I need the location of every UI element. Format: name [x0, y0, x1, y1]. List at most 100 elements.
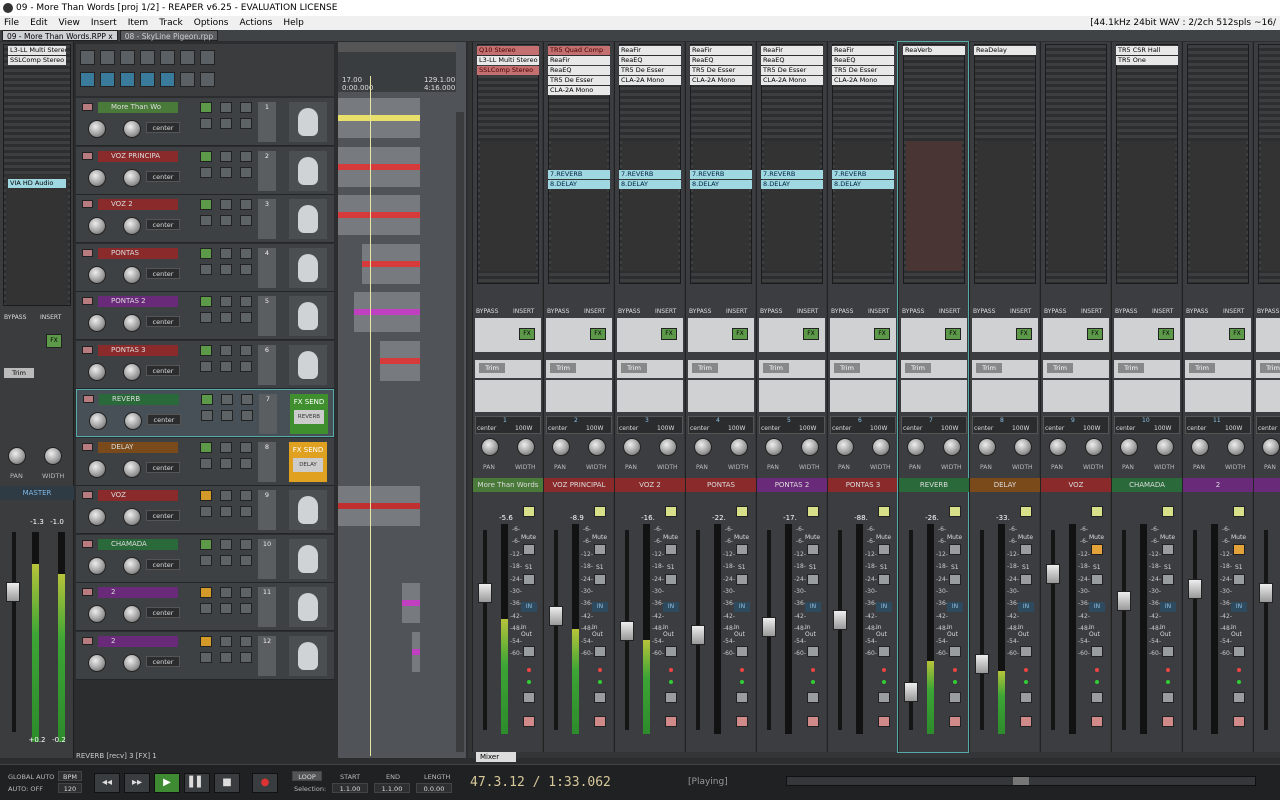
- mute-button[interactable]: [200, 457, 212, 469]
- pan-knob[interactable]: [1120, 438, 1138, 456]
- record-arm-button[interactable]: [736, 716, 748, 727]
- solo-indicator[interactable]: [1020, 506, 1032, 517]
- fx-slot[interactable]: ReaFir: [832, 46, 894, 55]
- pan-value[interactable]: center: [146, 219, 180, 230]
- strip-name[interactable]: VOZ 2: [615, 478, 685, 492]
- io-icon[interactable]: [220, 247, 232, 259]
- fx-button[interactable]: [200, 150, 212, 162]
- track-11[interactable]: 2 center 11: [76, 583, 334, 631]
- solo-button[interactable]: [878, 574, 890, 585]
- phase-button[interactable]: [665, 692, 677, 703]
- pan-knob[interactable]: [123, 120, 141, 138]
- record-arm-button[interactable]: [83, 395, 94, 403]
- insert-label[interactable]: INSERT: [797, 308, 818, 315]
- bypass-label[interactable]: BYPASS: [547, 308, 569, 315]
- pan-knob[interactable]: [836, 438, 854, 456]
- fx-button[interactable]: FX: [945, 328, 961, 340]
- forward-button[interactable]: ▸▸: [124, 773, 150, 793]
- io-icon[interactable]: [220, 490, 232, 501]
- input-monitor-button[interactable]: IN: [1018, 602, 1034, 612]
- io-icon[interactable]: [220, 441, 232, 453]
- fx-button[interactable]: [200, 102, 212, 113]
- mute-button[interactable]: [201, 410, 213, 421]
- mute-button[interactable]: [200, 506, 212, 517]
- volume-knob[interactable]: [88, 217, 106, 235]
- pan-value[interactable]: center: [146, 655, 180, 667]
- mute-button[interactable]: [200, 651, 212, 663]
- phase-button[interactable]: [949, 692, 961, 703]
- tab-close-icon[interactable]: x: [108, 32, 112, 41]
- record-arm-button[interactable]: [82, 491, 93, 499]
- track-4[interactable]: PONTAS center 4: [76, 243, 334, 292]
- volume-fader[interactable]: [1117, 590, 1131, 611]
- send-slot[interactable]: 7.REVERB: [761, 170, 823, 179]
- fx-button[interactable]: [201, 394, 213, 405]
- mute-button[interactable]: [200, 215, 212, 226]
- io-icon[interactable]: [220, 150, 232, 162]
- volume-knob[interactable]: [88, 508, 106, 526]
- solo-button[interactable]: [736, 574, 748, 585]
- solo-indicator[interactable]: [1091, 506, 1103, 517]
- pan-knob[interactable]: [552, 438, 570, 456]
- trim-button[interactable]: Trim: [692, 363, 718, 373]
- route-button[interactable]: [1162, 646, 1174, 657]
- route-button[interactable]: [523, 646, 535, 657]
- route-button[interactable]: [878, 646, 890, 657]
- menu-help[interactable]: Help: [283, 16, 304, 30]
- route-button[interactable]: [1233, 646, 1245, 657]
- input-monitor-button[interactable]: IN: [805, 602, 821, 612]
- bypass-label[interactable]: BYPASS: [689, 308, 711, 315]
- pan-knob[interactable]: [123, 508, 141, 526]
- insert-label[interactable]: INSERT: [726, 308, 747, 315]
- solo-button[interactable]: [220, 118, 232, 129]
- pan-knob[interactable]: [623, 438, 641, 456]
- phase-button[interactable]: [240, 263, 252, 275]
- volume-knob[interactable]: [88, 265, 106, 284]
- track-name[interactable]: VOZ PRINCIPA: [98, 150, 178, 162]
- io-icon[interactable]: [220, 296, 232, 307]
- solo-indicator[interactable]: [878, 506, 890, 517]
- snap-icon[interactable]: [100, 72, 115, 87]
- rewind-button[interactable]: ◂◂: [94, 773, 120, 793]
- fx-slot[interactable]: SSLComp Stereo: [8, 56, 66, 65]
- fx-slot[interactable]: Q10 Stereo: [477, 46, 539, 55]
- fx-button[interactable]: [200, 247, 212, 259]
- insert-label[interactable]: INSERT: [1152, 308, 1173, 315]
- strip-name[interactable]: REVERB: [899, 478, 969, 492]
- phase-button[interactable]: [240, 215, 252, 226]
- fx-slot[interactable]: TR5 De Esser: [761, 66, 823, 75]
- send-slot[interactable]: 8.DELAY: [548, 180, 610, 189]
- io-slot[interactable]: VIA HD Audio: [8, 179, 66, 188]
- envelope-icon[interactable]: [240, 441, 252, 453]
- envelope-icon[interactable]: [240, 490, 252, 501]
- input-monitor-button[interactable]: IN: [947, 602, 963, 612]
- pan-value[interactable]: center: [146, 316, 180, 327]
- solo-button[interactable]: [221, 410, 233, 421]
- fx-slot[interactable]: ReaFir: [690, 46, 752, 55]
- insert-label[interactable]: INSERT: [1081, 308, 1102, 315]
- envelope-icon[interactable]: [240, 150, 252, 162]
- bypass-label[interactable]: BYPASS: [618, 308, 640, 315]
- media-item[interactable]: [380, 340, 420, 381]
- mute-button[interactable]: [200, 166, 212, 178]
- fader-track[interactable]: [483, 530, 487, 730]
- route-button[interactable]: [665, 646, 677, 657]
- record-arm-button[interactable]: [82, 200, 93, 208]
- bypass-label[interactable]: BYPASS: [760, 308, 782, 315]
- fx-button[interactable]: FX: [519, 328, 535, 340]
- track-8[interactable]: DELAY center 8 FX SEND DELAY: [76, 437, 334, 486]
- fx-slot[interactable]: ReaDelay: [974, 46, 1036, 55]
- send-slot[interactable]: 8.DELAY: [690, 180, 752, 189]
- phase-button[interactable]: [807, 692, 819, 703]
- width-knob[interactable]: [801, 438, 819, 456]
- audio-status[interactable]: [44.1kHz 24bit WAV : 2/2ch 512spls ~16/: [1090, 16, 1276, 30]
- strip-name[interactable]: PONTAS 3: [828, 478, 898, 492]
- fx-slot[interactable]: TR5 CSR Hall: [1116, 46, 1178, 55]
- volume-knob[interactable]: [88, 120, 106, 138]
- fader-track[interactable]: [1193, 530, 1197, 730]
- trim-button[interactable]: Trim: [1260, 363, 1280, 373]
- route-button[interactable]: [594, 646, 606, 657]
- width-knob[interactable]: [1227, 438, 1245, 456]
- fx-button[interactable]: FX: [46, 334, 62, 348]
- fx-slot[interactable]: TR5 One: [1116, 56, 1178, 65]
